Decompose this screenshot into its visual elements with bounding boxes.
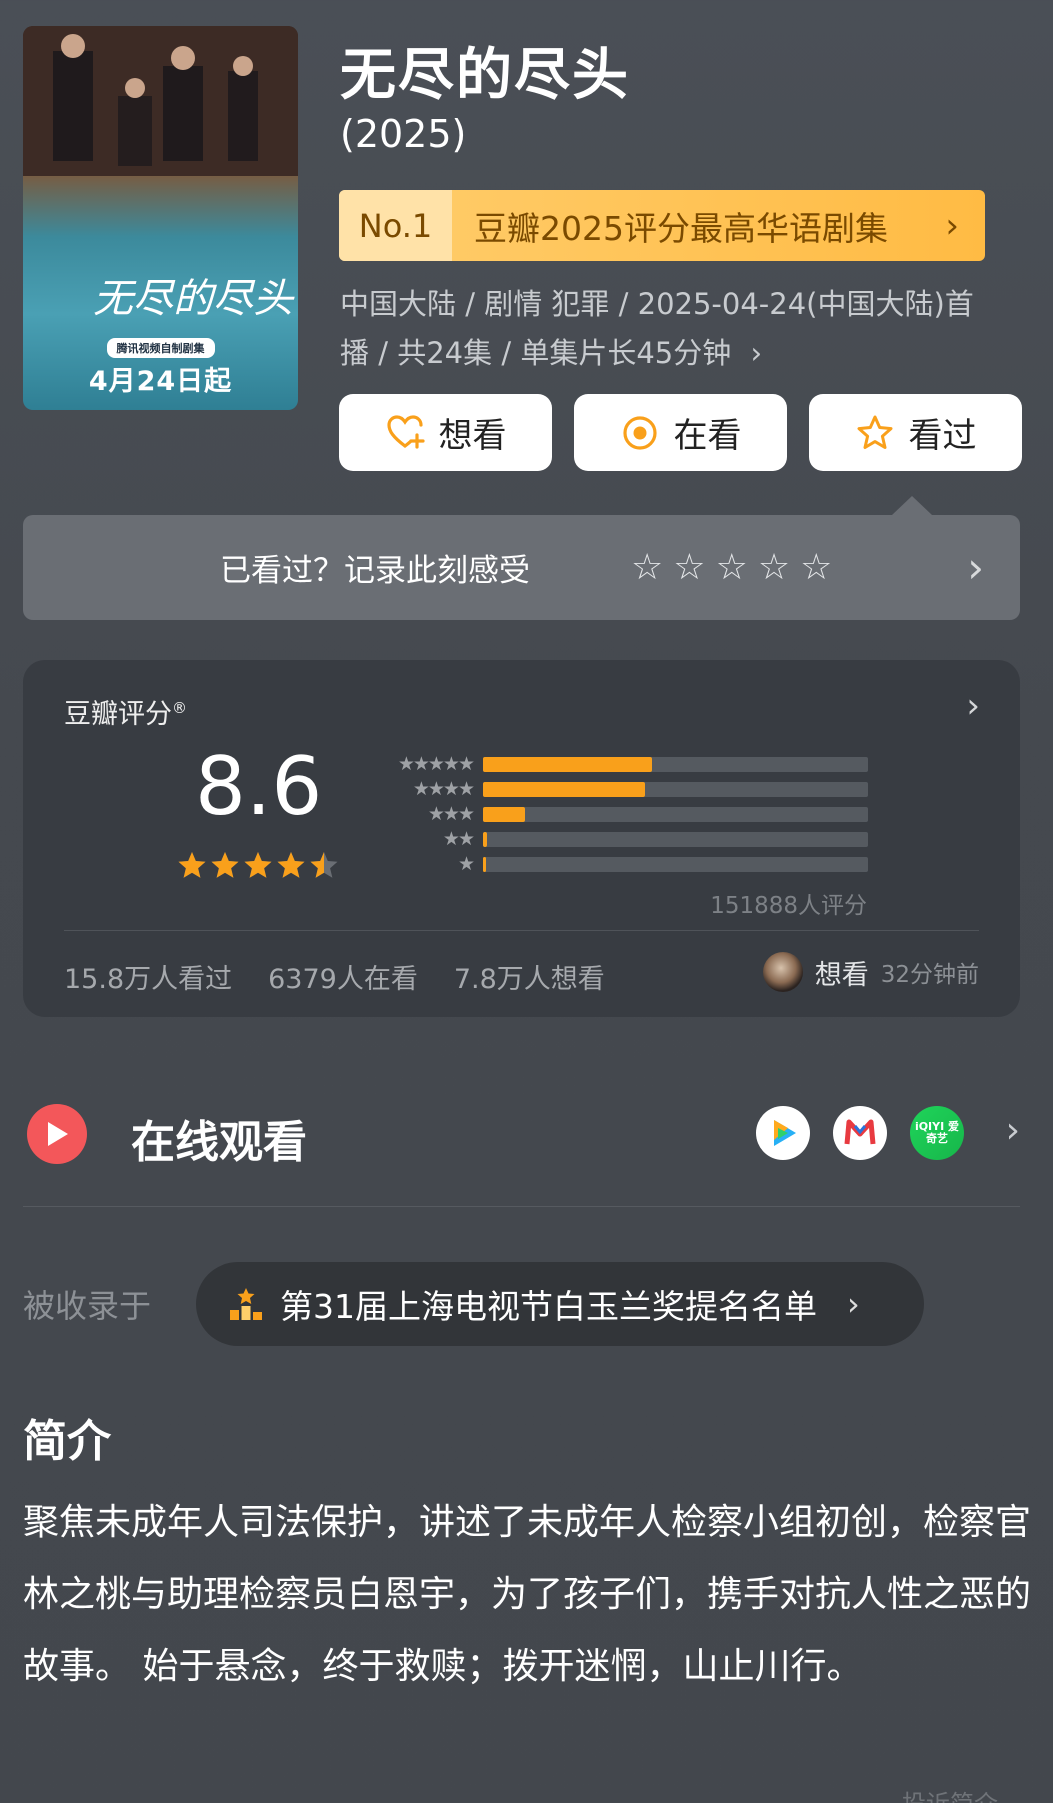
score-stars: [178, 852, 338, 878]
rating-stars-input[interactable]: ☆ ☆ ☆ ☆ ☆: [631, 549, 832, 586]
rating-label-text: 豆瓣评分: [64, 699, 172, 730]
recent-activity[interactable]: 想看 32分钟前: [762, 952, 979, 992]
rank-text: 豆瓣2025评分最高华语剧集: [474, 208, 888, 248]
activity-action: 想看: [814, 959, 869, 991]
poster-calligraphy: 无尽的尽头: [93, 276, 293, 322]
audience-stats: 15.8万人看过 6379人在看 7.8万人想看: [64, 957, 605, 996]
star-outline-icon[interactable]: ☆: [631, 549, 663, 586]
distribution-track: [483, 832, 868, 847]
distribution-bar: [483, 782, 645, 797]
tencent-video-icon[interactable]: [756, 1106, 810, 1160]
distribution-row: ★★★★★: [373, 752, 893, 777]
distribution-star-label: ★★★★: [412, 778, 475, 800]
platform-list: iQIYI 爱奇艺: [756, 1106, 964, 1160]
watching-count: 6379人在看: [268, 964, 418, 995]
ranking-banner[interactable]: No.1 豆瓣2025评分最高华语剧集 ›: [339, 190, 985, 261]
target-icon: [622, 415, 657, 450]
avatar[interactable]: [762, 952, 803, 992]
star-icon: [211, 852, 239, 878]
watched-button[interactable]: 看过: [809, 394, 1022, 471]
record-prompt: 已看过？记录此刻感受: [220, 553, 530, 589]
distribution-star-label: ★★: [442, 828, 475, 850]
distribution-row: ★: [373, 852, 893, 877]
distribution-bar: [483, 832, 487, 847]
distribution-track: [483, 782, 868, 797]
podium-icon: [230, 1288, 262, 1320]
divider: [23, 1206, 1020, 1207]
star-icon: [310, 852, 338, 878]
distribution-track: [483, 757, 868, 772]
distribution-row: ★★: [373, 827, 893, 852]
rank-number: No.1: [339, 190, 452, 261]
rating-label: 豆瓣评分®: [64, 692, 187, 731]
meta-line-2: 播 / 共24集 / 单集片长45分钟: [340, 336, 732, 370]
poster-image[interactable]: 无尽的尽头 腾讯视频自制剧集 4月24日起: [23, 26, 298, 410]
want-to-watch-label: 想看: [438, 416, 507, 456]
heart-plus-icon: [386, 414, 425, 449]
collection-name: 第31届上海电视节白玉兰奖提名名单: [280, 1287, 817, 1326]
rating-card[interactable]: 豆瓣评分® › 8.6 ★★★★★ ★★★★ ★★★ ★★ ★ 151888人评分 15…: [23, 660, 1020, 1017]
watch-online-row[interactable]: 在线观看 iQIYI 爱奇艺 ›: [23, 1092, 1020, 1172]
watch-online-title: 在线观看: [131, 1117, 307, 1168]
record-feeling-bar[interactable]: 已看过？记录此刻感受 ☆ ☆ ☆ ☆ ☆ ›: [23, 515, 1020, 620]
distribution-row: ★★★: [373, 802, 893, 827]
distribution-star-label: ★★★★★: [397, 753, 475, 775]
mango-tv-icon[interactable]: [833, 1106, 887, 1160]
star-outline-icon: [857, 415, 892, 449]
meta-line-2-wrap: 播 / 共24集 / 单集片长45分钟 ›: [340, 329, 1000, 378]
iqiyi-icon[interactable]: iQIYI 爱奇艺: [910, 1106, 964, 1160]
watching-button[interactable]: 在看: [574, 394, 787, 471]
meta-line-1: 中国大陆 / 剧情 犯罪 / 2025-04-24(中国大陆)首: [340, 287, 974, 321]
distribution-star-label: ★★★: [427, 803, 475, 825]
star-outline-icon[interactable]: ☆: [673, 549, 705, 586]
poster-date: 4月24日起: [88, 366, 233, 397]
want-to-watch-button[interactable]: 想看: [339, 394, 552, 471]
meta-info[interactable]: 中国大陆 / 剧情 犯罪 / 2025-04-24(中国大陆)首 播 / 共24…: [340, 280, 1000, 378]
callout-pointer: [892, 496, 932, 515]
report-intro-link[interactable]: 投诉简介: [902, 1784, 998, 1803]
chevron-right-icon: ›: [967, 543, 984, 592]
chevron-right-icon: ›: [1005, 1110, 1020, 1151]
poster-badge: 腾讯视频自制剧集: [106, 338, 215, 358]
watched-count: 15.8万人看过: [64, 964, 233, 995]
action-buttons: 想看 在看 看过: [339, 394, 1022, 471]
chevron-right-icon: ›: [966, 686, 980, 726]
rating-count: 151888人评分: [710, 893, 867, 919]
star-icon: [277, 852, 305, 878]
chevron-right-icon: ›: [847, 1285, 860, 1323]
intro-heading: 简介: [23, 1416, 111, 1467]
star-icon: [178, 852, 206, 878]
play-icon: [27, 1104, 87, 1164]
poster-figures-art: [23, 26, 298, 176]
want-count: 7.8万人想看: [453, 964, 605, 995]
watching-label: 在看: [673, 416, 742, 456]
registered-mark: ®: [172, 699, 187, 717]
rating-distribution: ★★★★★ ★★★★ ★★★ ★★ ★: [373, 752, 893, 877]
intro-body: 聚焦未成年人司法保护，讲述了未成年人检察小组初创，检察官林之桃与助理检察员白恩宇…: [23, 1502, 1032, 1687]
distribution-row: ★★★★: [373, 777, 893, 802]
collection-chip[interactable]: 第31届上海电视节白玉兰奖提名名单 ›: [196, 1262, 924, 1346]
chevron-right-icon: ›: [945, 205, 959, 246]
star-outline-icon[interactable]: ☆: [758, 549, 790, 586]
collected-label: 被收录于: [23, 1287, 152, 1325]
activity-time: 32分钟前: [880, 962, 979, 988]
star-outline-icon[interactable]: ☆: [800, 549, 832, 586]
page-title: 无尽的尽头: [340, 43, 630, 108]
rating-score: 8.6: [195, 740, 323, 833]
iqiyi-label: iQIYI 爱奇艺: [914, 1120, 960, 1145]
star-icon: [244, 852, 272, 878]
release-year: (2025): [340, 112, 467, 156]
distribution-bar: [483, 757, 653, 772]
distribution-star-label: ★: [457, 853, 475, 875]
divider: [64, 930, 979, 931]
distribution-track: [483, 857, 868, 872]
distribution-bar: [483, 857, 487, 872]
distribution-bar: [483, 807, 526, 822]
star-outline-icon[interactable]: ☆: [716, 549, 748, 586]
watched-label: 看过: [908, 416, 977, 456]
distribution-track: [483, 807, 868, 822]
chevron-right-icon: ›: [750, 336, 763, 370]
